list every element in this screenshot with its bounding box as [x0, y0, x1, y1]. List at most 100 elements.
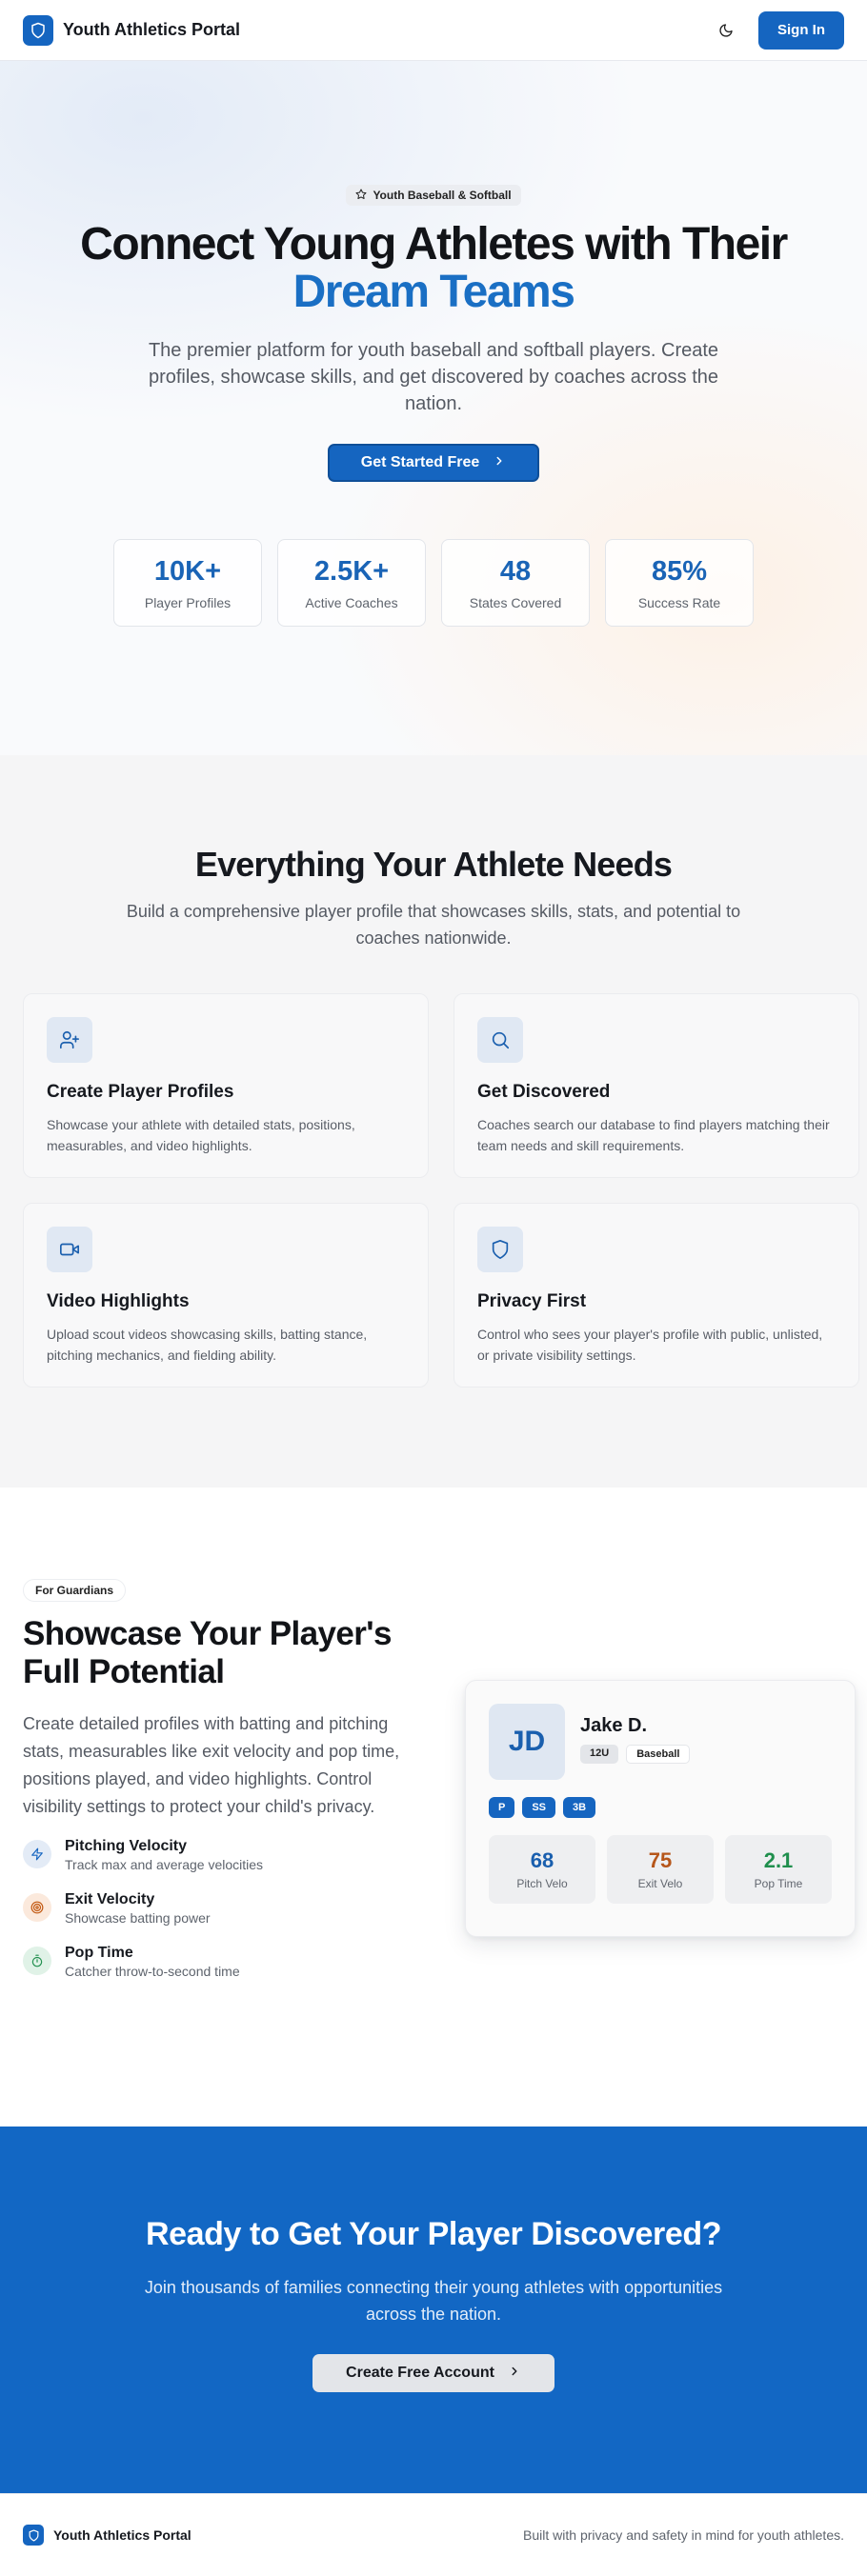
- moon-icon[interactable]: [715, 19, 737, 42]
- stat-value: 48: [499, 555, 532, 587]
- hero-badge: Youth Baseball & Softball: [346, 185, 521, 206]
- item-subtitle: Track max and average velocities: [65, 1857, 264, 1872]
- metric-label: Pop Time: [754, 1877, 803, 1890]
- metric-pop-time: 2.1 Pop Time: [725, 1835, 832, 1904]
- feature-desc: Control who sees your player's profile w…: [477, 1327, 823, 1363]
- shield-logo-icon: [23, 14, 53, 46]
- item-title: Pitching Velocity: [65, 1838, 188, 1854]
- features-title: Everything Your Athlete Needs: [194, 845, 673, 884]
- list-item-exit-velocity: Exit Velocity Showcase batting power: [23, 1891, 423, 1926]
- sport-tag: Baseball: [626, 1745, 691, 1764]
- stat-label: Success Rate: [637, 594, 721, 610]
- feature-title: Create Player Profiles: [47, 1082, 234, 1102]
- metric-label: Pitch Velo: [516, 1877, 568, 1890]
- zap-icon: [23, 1840, 51, 1868]
- feature-desc: Showcase your athlete with detailed stat…: [47, 1117, 355, 1153]
- create-account-label: Create Free Account: [346, 2365, 494, 2381]
- get-started-label: Get Started Free: [360, 454, 480, 470]
- measurables-list: Pitching Velocity Track max and average …: [23, 1838, 423, 1979]
- shield-icon: [477, 1227, 523, 1272]
- footer-brand-name: Youth Athletics Portal: [53, 2527, 192, 2543]
- age-tag: 12U: [580, 1745, 619, 1764]
- sample-profile-card: JD Jake D. 12U Baseball P SS 3B 68 Pitch…: [465, 1680, 856, 1937]
- guardians-section: For Guardians Showcase Your Player's Ful…: [0, 1488, 867, 2127]
- guardians-title: Showcase Your Player's Full Potential: [23, 1615, 392, 1690]
- feature-title: Video Highlights: [47, 1291, 190, 1311]
- position-badge: 3B: [563, 1797, 596, 1818]
- user-plus-icon: [47, 1017, 92, 1063]
- feature-grid: Create Player Profiles Showcase your ath…: [23, 993, 859, 1388]
- star-icon: [355, 189, 367, 203]
- metric-value: 75: [648, 1848, 673, 1872]
- hero-title-accent: Dream Teams: [292, 267, 575, 317]
- item-subtitle: Showcase batting power: [65, 1910, 211, 1926]
- feature-card-create-profiles: Create Player Profiles Showcase your ath…: [23, 993, 429, 1178]
- site-header: Youth Athletics Portal Sign In: [0, 0, 867, 61]
- stat-card: 10K+ Player Profiles: [113, 539, 262, 627]
- stat-card: 48 States Covered: [441, 539, 590, 627]
- brand[interactable]: Youth Athletics Portal: [23, 14, 241, 46]
- profile-header: JD Jake D. 12U Baseball: [489, 1704, 832, 1780]
- stat-label: Active Coaches: [305, 594, 398, 610]
- metric-pitch-velo: 68 Pitch Velo: [489, 1835, 595, 1904]
- feature-title: Privacy First: [477, 1291, 587, 1311]
- footer-brand[interactable]: Youth Athletics Portal: [23, 2525, 192, 2546]
- stat-card: 2.5K+ Active Coaches: [277, 539, 426, 627]
- item-subtitle: Catcher throw-to-second time: [65, 1964, 240, 1979]
- feature-card-privacy-first: Privacy First Control who sees your play…: [454, 1203, 859, 1388]
- stat-label: Player Profiles: [144, 594, 232, 610]
- hero-title: Connect Young Athletes with Their Dream …: [0, 221, 867, 316]
- cta-title: Ready to Get Your Player Discovered?: [145, 2216, 722, 2252]
- guardians-description: Create detailed profiles with batting an…: [23, 1714, 400, 1816]
- hero-section: Youth Baseball & Softball Connect Young …: [0, 61, 867, 755]
- video-icon: [47, 1227, 92, 1272]
- player-name: Jake D.: [580, 1715, 648, 1736]
- cta-subtitle: Join thousands of families connecting th…: [144, 2278, 723, 2324]
- stat-value: 2.5K+: [313, 555, 390, 587]
- chevron-right-icon: [493, 454, 506, 472]
- stat-value: 10K+: [153, 555, 222, 587]
- features-subtitle: Build a comprehensive player profile tha…: [126, 902, 741, 948]
- footer-note: Built with privacy and safety in mind fo…: [523, 2527, 844, 2543]
- target-icon: [23, 1893, 51, 1922]
- stat-value: 85%: [651, 555, 708, 587]
- timer-icon: [23, 1947, 51, 1975]
- hero-badge-label: Youth Baseball & Softball: [373, 189, 512, 202]
- positions-list: P SS 3B: [489, 1797, 832, 1818]
- metric-exit-velo: 75 Exit Velo: [607, 1835, 714, 1904]
- site-footer: Youth Athletics Portal Built with privac…: [0, 2493, 867, 2576]
- feature-card-video-highlights: Video Highlights Upload scout videos sho…: [23, 1203, 429, 1388]
- get-started-button[interactable]: Get Started Free: [328, 444, 539, 482]
- avatar: JD: [489, 1704, 565, 1780]
- stats-row: 10K+ Player Profiles 2.5K+ Active Coache…: [0, 539, 867, 627]
- stat-card: 85% Success Rate: [605, 539, 754, 627]
- header-actions: Sign In: [715, 10, 844, 50]
- profile-tags: 12U Baseball: [580, 1745, 691, 1764]
- search-icon: [477, 1017, 523, 1063]
- hero-subtitle: The premier platform for youth baseball …: [148, 340, 719, 414]
- position-badge: SS: [522, 1797, 556, 1818]
- guardians-content: For Guardians Showcase Your Player's Ful…: [23, 1579, 423, 1979]
- metric-value: 2.1: [763, 1848, 794, 1872]
- metric-value: 68: [530, 1848, 554, 1872]
- metric-label: Exit Velo: [637, 1877, 683, 1890]
- item-title: Exit Velocity: [65, 1891, 155, 1907]
- chevron-right-icon: [508, 2365, 521, 2383]
- guardians-pill: For Guardians: [23, 1579, 127, 1602]
- feature-desc: Coaches search our database to find play…: [477, 1117, 830, 1153]
- features-section: Everything Your Athlete Needs Build a co…: [0, 755, 867, 1488]
- list-item-pop-time: Pop Time Catcher throw-to-second time: [23, 1945, 423, 1979]
- shield-logo-icon: [23, 2525, 44, 2546]
- position-badge: P: [489, 1797, 515, 1818]
- list-item-pitching-velocity: Pitching Velocity Track max and average …: [23, 1838, 423, 1872]
- feature-desc: Upload scout videos showcasing skills, b…: [47, 1327, 368, 1363]
- profile-info: Jake D. 12U Baseball: [580, 1704, 691, 1780]
- metrics-row: 68 Pitch Velo 75 Exit Velo 2.1 Pop Time: [489, 1835, 832, 1904]
- create-account-button[interactable]: Create Free Account: [313, 2354, 554, 2392]
- sign-in-button[interactable]: Sign In: [758, 10, 844, 50]
- hero-title-line1: Connect Young Athletes with Their: [80, 219, 788, 270]
- stat-label: States Covered: [469, 594, 562, 610]
- feature-title: Get Discovered: [477, 1082, 611, 1102]
- cta-section: Ready to Get Your Player Discovered? Joi…: [0, 2127, 867, 2493]
- brand-name: Youth Athletics Portal: [63, 20, 241, 39]
